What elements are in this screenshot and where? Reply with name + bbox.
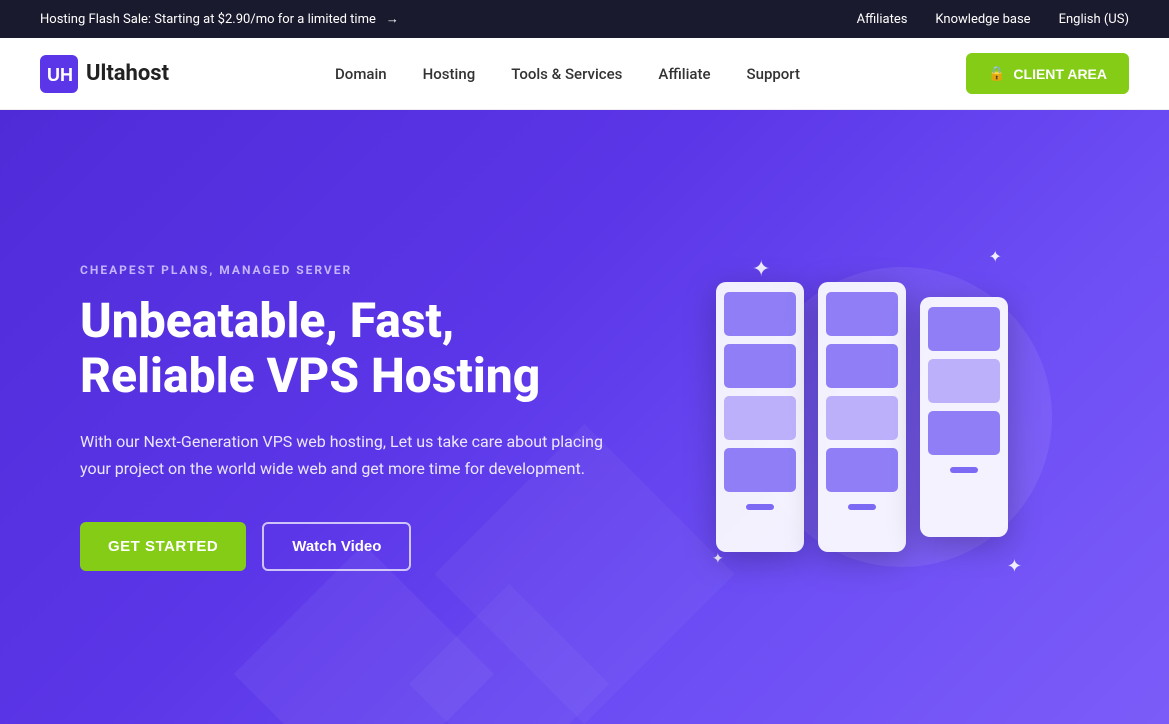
server-slot-2-3 [826,396,898,440]
hero-title: Unbeatable, Fast, Reliable VPS Hosting [80,293,635,403]
sparkle-icon-2: ✦ [989,247,1002,266]
server-indicator-1 [746,504,774,510]
logo-icon: UH [40,55,78,93]
navbar: UH Ultahost Domain Hosting Tools & Servi… [0,38,1169,110]
promo-text: Hosting Flash Sale: Starting at $2.90/mo… [40,12,376,27]
hero-content: CHEAPEST PLANS, MANAGED SERVER Unbeatabl… [80,263,635,571]
affiliates-link[interactable]: Affiliates [857,12,908,27]
server-group [716,282,1008,552]
promo-arrow: → [386,11,399,27]
server-slot-1-2 [724,344,796,388]
server-slot-3-2 [928,359,1000,403]
nav-item-support[interactable]: Support [747,64,800,83]
server-slot-1-4 [724,448,796,492]
sparkle-icon-4: ✦ [712,551,724,567]
hero-buttons: GET STARTED Watch Video [80,522,635,571]
server-slot-3-3 [928,411,1000,455]
server-unit-3 [920,297,1008,537]
server-unit-2 [818,282,906,552]
nav-item-tools[interactable]: Tools & Services [511,64,622,83]
hero-tagline: CHEAPEST PLANS, MANAGED SERVER [80,263,635,277]
server-slot-1-3 [724,396,796,440]
sparkle-icon-1: ✦ [752,257,770,282]
promo-banner: Hosting Flash Sale: Starting at $2.90/mo… [40,11,399,27]
server-slot-2-2 [826,344,898,388]
server-slot-2-4 [826,448,898,492]
hero-section: CHEAPEST PLANS, MANAGED SERVER Unbeatabl… [0,110,1169,724]
logo-text: Ultahost [86,61,169,86]
server-unit-1 [716,282,804,552]
top-nav-links: Affiliates Knowledge base English (US) [857,12,1129,27]
nav-links: Domain Hosting Tools & Services Affiliat… [335,64,800,83]
server-slot-2-1 [826,292,898,336]
sparkle-icon-3: ✦ [1007,556,1022,577]
nav-item-hosting[interactable]: Hosting [423,64,476,83]
top-banner: Hosting Flash Sale: Starting at $2.90/mo… [0,0,1169,38]
hero-description: With our Next-Generation VPS web hosting… [80,428,620,482]
client-area-button[interactable]: 🔒 CLIENT AREA [966,53,1129,94]
lock-icon: 🔒 [988,65,1005,82]
server-slot-1-1 [724,292,796,336]
knowledge-base-link[interactable]: Knowledge base [935,12,1030,27]
bg-shape-2 [409,584,609,724]
servers-container: ✦ ✦ ✦ ✦ [692,237,1032,597]
server-indicator-2 [848,504,876,510]
get-started-button[interactable]: GET STARTED [80,522,246,571]
logo[interactable]: UH Ultahost [40,55,169,93]
language-selector[interactable]: English (US) [1059,12,1129,27]
svg-text:UH: UH [47,65,73,85]
watch-video-button[interactable]: Watch Video [262,522,411,571]
server-slot-3-1 [928,307,1000,351]
nav-item-affiliate[interactable]: Affiliate [658,64,710,83]
nav-item-domain[interactable]: Domain [335,64,387,83]
hero-illustration: ✦ ✦ ✦ ✦ [635,237,1089,597]
server-indicator-3 [950,467,978,473]
